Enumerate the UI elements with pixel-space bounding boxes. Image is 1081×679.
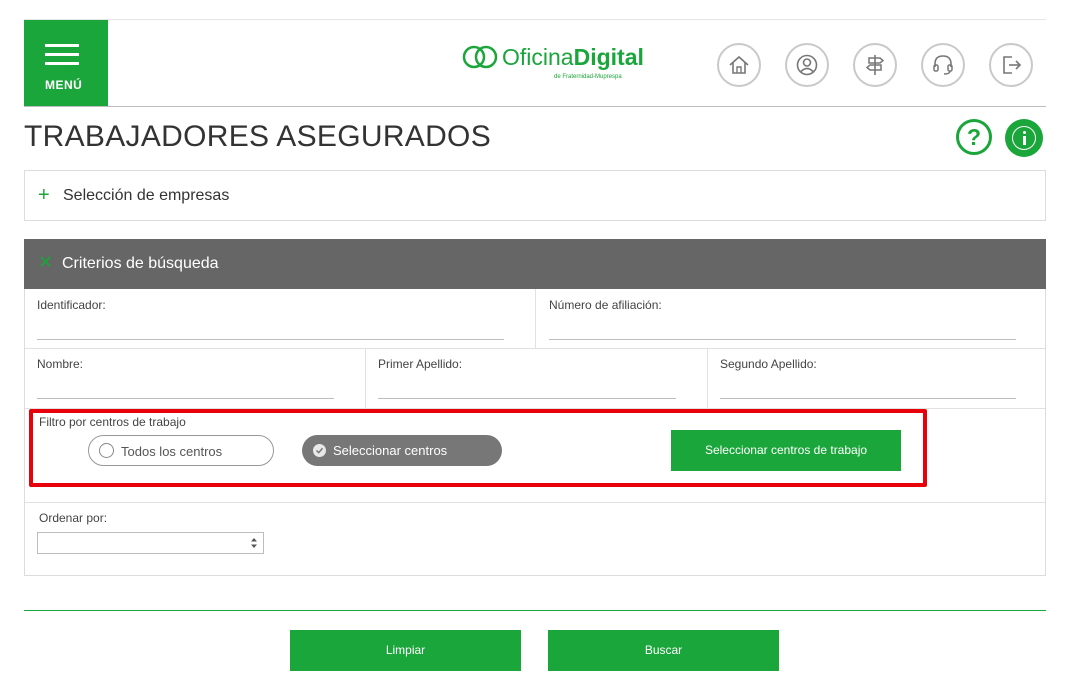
segundo-apellido-input[interactable] bbox=[720, 376, 1016, 399]
primer-apellido-input[interactable] bbox=[378, 376, 676, 399]
select-updown-icon bbox=[251, 538, 257, 548]
radio-todos-los-centros[interactable]: Todos los centros bbox=[88, 435, 274, 466]
identificador-input[interactable] bbox=[37, 317, 504, 340]
criterios-panel-header[interactable]: ✕ Criterios de búsqueda bbox=[24, 239, 1046, 289]
logout-button[interactable] bbox=[989, 43, 1033, 87]
clear-button[interactable]: Limpiar bbox=[290, 630, 521, 671]
numero-afiliacion-label: Número de afiliación: bbox=[549, 298, 662, 312]
radio-checked-icon bbox=[313, 444, 326, 457]
help-icon[interactable]: ? bbox=[956, 119, 992, 155]
criterios-panel-label: Criterios de búsqueda bbox=[62, 255, 219, 272]
select-work-centers-button[interactable]: Seleccionar centros de trabajo bbox=[671, 430, 901, 471]
expand-plus-icon: + bbox=[38, 184, 50, 206]
logo-text: OficinaDigital bbox=[502, 44, 644, 70]
actions-divider bbox=[24, 610, 1046, 611]
user-icon bbox=[796, 54, 818, 76]
hamburger-icon bbox=[45, 44, 79, 71]
nombre-label: Nombre: bbox=[37, 357, 84, 371]
segundo-apellido-label: Segundo Apellido: bbox=[720, 357, 817, 371]
radio-seleccionar-label: Seleccionar centros bbox=[333, 443, 448, 458]
radio-unchecked-icon bbox=[99, 443, 114, 458]
numero-afiliacion-input[interactable] bbox=[549, 317, 1016, 340]
logo-icon bbox=[462, 45, 498, 69]
empresas-panel-label: Selección de empresas bbox=[63, 187, 230, 204]
ordenar-por-label: Ordenar por: bbox=[39, 511, 108, 525]
home-button[interactable] bbox=[717, 43, 761, 87]
directions-button[interactable] bbox=[853, 43, 897, 87]
radio-todos-label: Todos los centros bbox=[121, 444, 223, 459]
search-criteria-form: Identificador: Número de afiliación: Nom… bbox=[24, 289, 1046, 576]
signpost-icon bbox=[865, 55, 885, 75]
support-button[interactable] bbox=[921, 43, 965, 87]
headset-icon bbox=[933, 55, 953, 75]
info-icon[interactable] bbox=[1005, 119, 1043, 157]
nombre-input[interactable] bbox=[37, 376, 334, 399]
search-button[interactable]: Buscar bbox=[548, 630, 779, 671]
radio-seleccionar-centros[interactable]: Seleccionar centros bbox=[302, 435, 502, 466]
ordenar-por-select[interactable] bbox=[37, 532, 264, 554]
oficina-digital-logo[interactable]: OficinaDigital de Fraternidad-Muprespa bbox=[462, 42, 662, 92]
home-icon bbox=[729, 55, 749, 74]
collapse-x-icon: ✕ bbox=[38, 252, 54, 272]
identificador-label: Identificador: bbox=[37, 298, 106, 312]
primer-apellido-label: Primer Apellido: bbox=[378, 357, 463, 371]
empresas-panel-toggle[interactable]: + Selección de empresas bbox=[24, 170, 1046, 221]
app-header: MENÚ OficinaDigital de Fraternidad-Mupre… bbox=[24, 20, 1046, 107]
filtro-centros-label: Filtro por centros de trabajo bbox=[39, 415, 186, 429]
logo-tagline: de Fraternidad-Muprespa bbox=[554, 74, 622, 80]
profile-button[interactable] bbox=[785, 43, 829, 87]
page-title: TRABAJADORES ASEGURADOS bbox=[24, 120, 492, 153]
menu-label: MENÚ bbox=[45, 78, 83, 92]
menu-button[interactable]: MENÚ bbox=[24, 20, 108, 106]
logout-icon bbox=[1003, 56, 1022, 74]
